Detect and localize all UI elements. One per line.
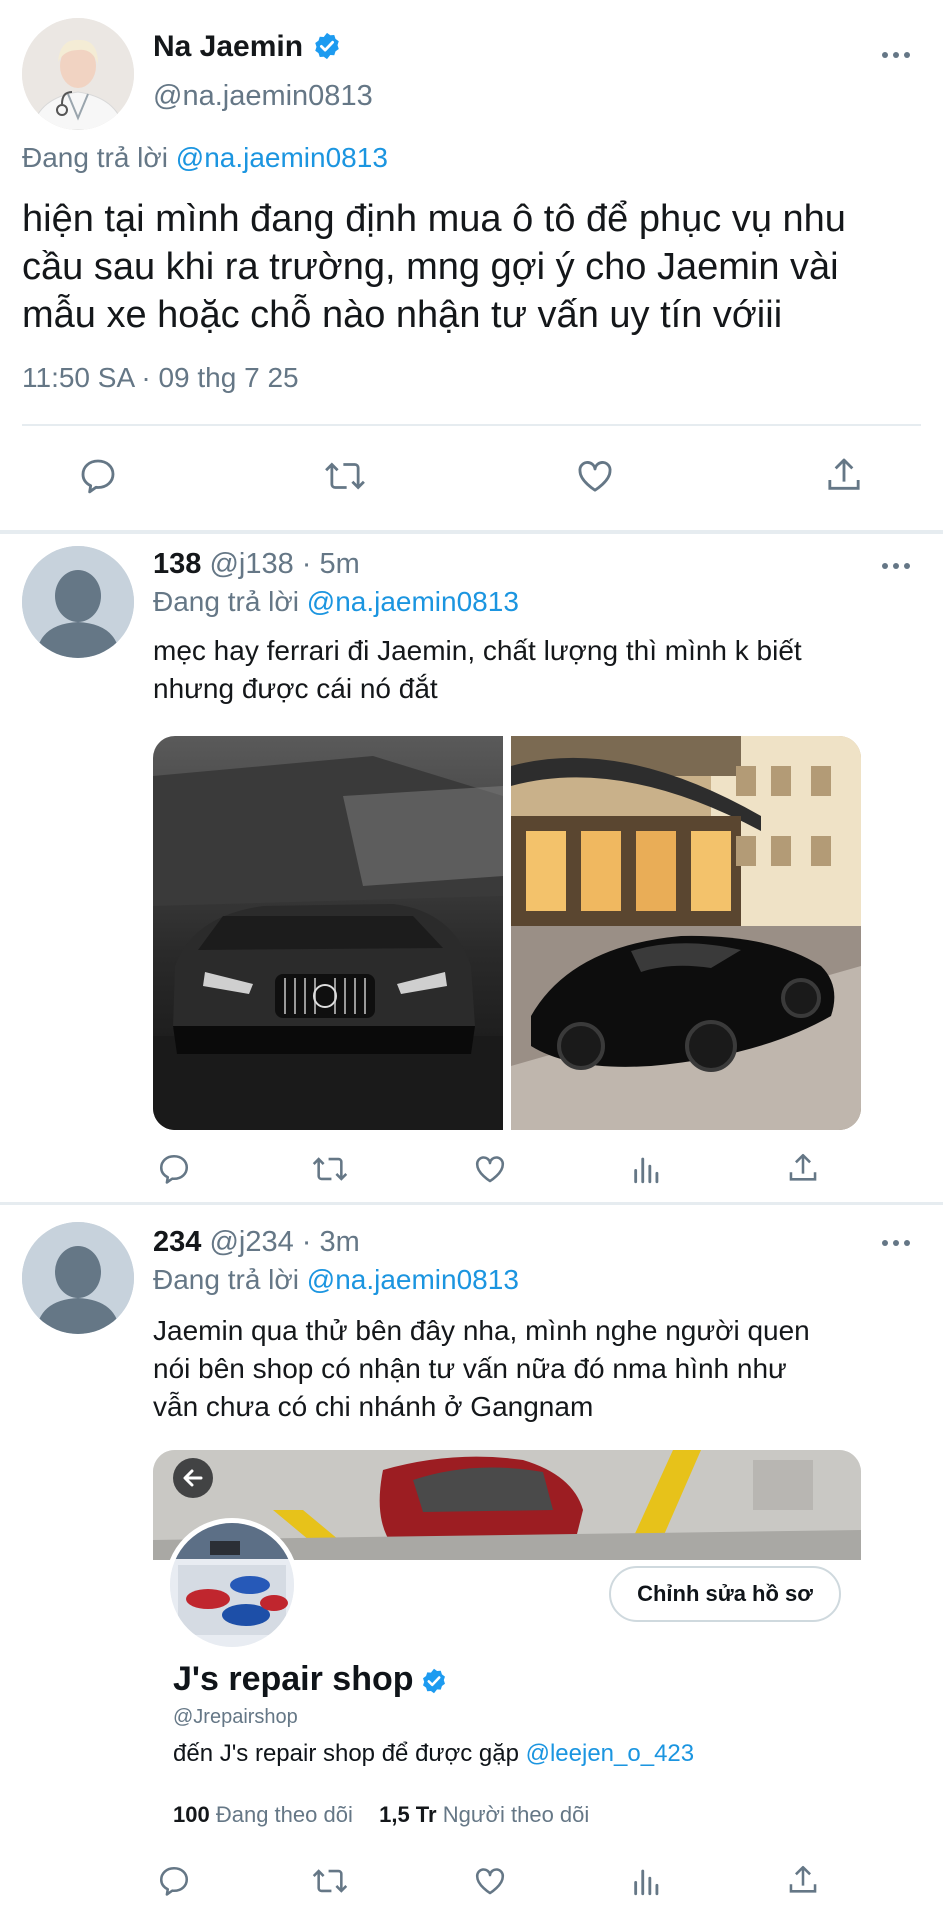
main-tweet-text: hiện tại mình đang định mua ô tô để phục… [22,195,846,339]
edit-profile-button[interactable]: Chỉnh sửa hồ sơ [609,1566,841,1622]
reply2-avatar[interactable] [22,1222,134,1334]
followers-count[interactable]: 1,5 Tr [379,1802,436,1827]
mercedes-car-image[interactable] [153,736,503,1130]
main-display-name[interactable]: Na Jaemin [153,30,303,63]
verified-badge-icon [420,1667,448,1700]
section-divider [0,1202,943,1205]
verified-badge-icon [312,31,342,66]
tweet-text-line: cầu sau khi ra trường, mng gợi ý cho Jae… [22,246,839,288]
shop-name: J's repair shop [173,1660,414,1698]
reply2-header: 234 @j234 · 3m [153,1226,360,1259]
main-inner-divider [22,424,921,426]
reply1-handle-time[interactable]: @j138 · 5m [209,548,359,580]
shop-bio: đến J's repair shop để được gặp @leejen_… [173,1740,694,1768]
reply2-reply-context: Đang trả lời @na.jaemin0813 [153,1264,519,1296]
reply-label: Đang trả lời [153,1264,299,1295]
like-icon[interactable] [472,1864,508,1898]
main-timestamp[interactable]: 11:50 SA · 09 thg 7 25 [22,362,299,394]
shop-handle: @Jrepairshop [173,1706,298,1728]
reply1-display-name[interactable]: 138 [153,548,201,580]
back-arrow-icon[interactable] [173,1458,213,1498]
analytics-icon[interactable] [630,1864,664,1898]
tweet-text-line: mẫu xe hoặc chỗ nào nhận tư vấn uy tín v… [22,294,783,336]
reply-icon[interactable] [157,1864,191,1898]
share-icon[interactable] [786,1150,820,1186]
reply2-display-name[interactable]: 234 [153,1226,201,1258]
like-icon[interactable] [574,456,616,496]
ferrari-car-image[interactable] [511,736,861,1130]
retweet-icon[interactable] [310,1864,350,1898]
main-reply-context: Đang trả lời @na.jaemin0813 [22,142,388,174]
shop-profile-avatar[interactable] [165,1518,299,1652]
reply-label: Đang trả lời [22,142,168,173]
shop-name-row: J's repair shop [173,1660,448,1700]
reply1-reply-context: Đang trả lời @na.jaemin0813 [153,586,519,618]
shop-bio-text: đến J's repair shop để được gặp [173,1740,519,1767]
tweet-text-line: mẹc hay ferrari đi Jaemin, chất lượng th… [153,635,802,666]
followers-label[interactable]: Người theo dõi [443,1802,590,1827]
more-options-icon[interactable] [882,50,912,60]
main-name-row: Na Jaemin [153,30,342,70]
reply2-text: Jaemin qua thử bên đây nha, mình nghe ng… [153,1312,810,1426]
reply-mention-link[interactable]: @na.jaemin0813 [307,1264,519,1295]
section-divider [0,530,943,534]
reply-mention-link[interactable]: @na.jaemin0813 [307,586,519,617]
tweet-text-line: nói bên shop có nhận tư vấn nữa đó nma h… [153,1353,787,1384]
reply-icon[interactable] [78,456,118,496]
tweet-text-line: Jaemin qua thử bên đây nha, mình nghe ng… [153,1315,810,1346]
tweet-text-line: vẫn chưa có chi nhánh ở Gangnam [153,1391,594,1422]
analytics-icon[interactable] [630,1152,664,1186]
reply1-avatar[interactable] [22,546,134,658]
reply-icon[interactable] [157,1152,191,1186]
more-options-icon[interactable] [882,1238,912,1248]
following-label[interactable]: Đang theo dõi [216,1802,353,1827]
share-icon[interactable] [786,1862,820,1898]
main-handle[interactable]: @na.jaemin0813 [153,80,373,113]
tweet-text-line: hiện tại mình đang định mua ô tô để phục… [22,198,846,240]
retweet-icon[interactable] [322,456,368,496]
main-avatar[interactable] [22,18,134,130]
reply1-text: mẹc hay ferrari đi Jaemin, chất lượng th… [153,632,802,708]
bio-mention-link[interactable]: @leejen_o_423 [526,1740,695,1767]
reply2-handle-time[interactable]: @j234 · 3m [209,1226,359,1258]
share-icon[interactable] [824,454,864,496]
reply-label: Đang trả lời [153,586,299,617]
retweet-icon[interactable] [310,1152,350,1186]
follow-stats: 100 Đang theo dõi 1,5 Tr Người theo dõi [173,1802,589,1828]
like-icon[interactable] [472,1152,508,1186]
reply-mention-link[interactable]: @na.jaemin0813 [176,142,388,173]
tweet-text-line: nhưng được cái nó đắt [153,673,438,704]
reply1-header: 138 @j138 · 5m [153,548,360,581]
profile-card-image[interactable]: Chỉnh sửa hồ sơ J's repair shop @Jrepair… [153,1450,861,1800]
following-count[interactable]: 100 [173,1802,210,1827]
more-options-icon[interactable] [882,561,912,571]
